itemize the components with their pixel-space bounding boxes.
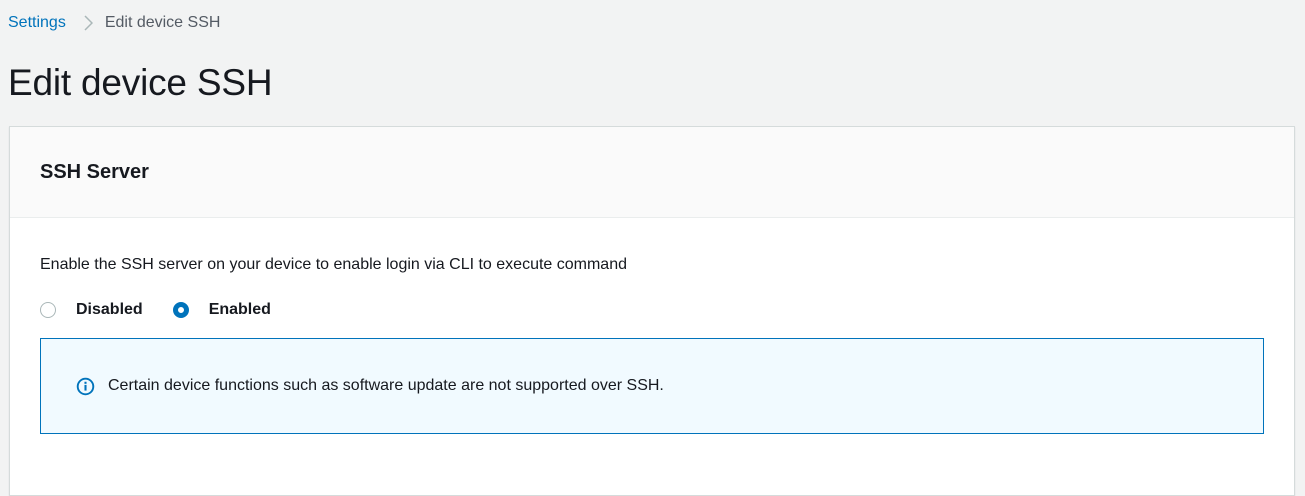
- radio-option-enabled[interactable]: Enabled: [172, 301, 271, 319]
- radio-label-disabled: Disabled: [76, 301, 143, 318]
- breadcrumb-settings-link[interactable]: Settings: [8, 14, 66, 32]
- page-title: Edit device SSH: [8, 62, 273, 103]
- info-icon: [76, 377, 95, 396]
- radio-option-disabled[interactable]: Disabled: [40, 301, 143, 319]
- chevron-right-icon: [84, 15, 93, 31]
- panel-body: Enable the SSH server on your device to …: [10, 256, 1294, 434]
- alert-text: Certain device functions such as softwar…: [108, 377, 664, 394]
- breadcrumb-current: Edit device SSH: [104, 14, 221, 31]
- ssh-radio-group: Disabled Enabled: [40, 301, 1264, 319]
- radio-disabled[interactable]: [40, 302, 56, 318]
- ssh-server-panel: SSH Server Enable the SSH server on your…: [9, 126, 1295, 496]
- breadcrumb: Settings Edit device SSH: [8, 14, 220, 32]
- panel-header: SSH Server: [10, 127, 1294, 218]
- radio-enabled[interactable]: [172, 302, 189, 318]
- radio-label-enabled: Enabled: [208, 301, 271, 318]
- info-alert: Certain device functions such as softwar…: [40, 338, 1264, 434]
- panel-title: SSH Server: [40, 160, 149, 183]
- ssh-description: Enable the SSH server on your device to …: [40, 256, 627, 273]
